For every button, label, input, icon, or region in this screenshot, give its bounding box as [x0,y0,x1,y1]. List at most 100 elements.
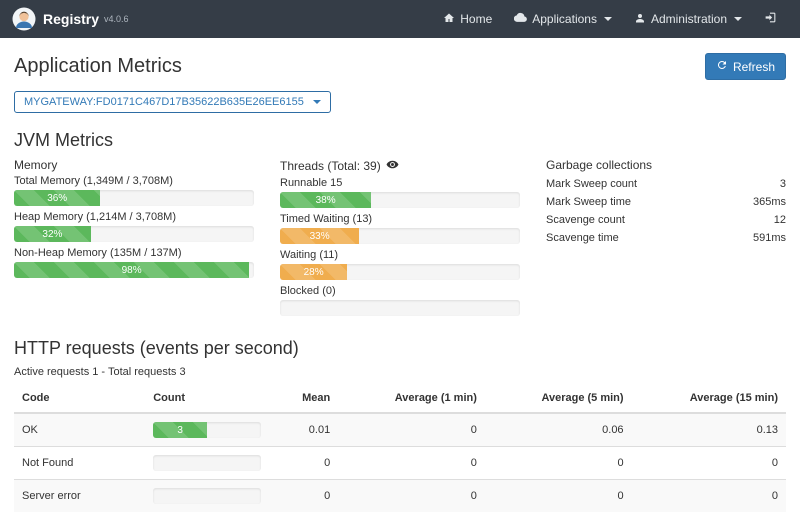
sign-out-icon [764,11,777,27]
http-row-avg15: 0.13 [632,413,786,447]
chevron-down-icon [313,100,321,104]
http-row-avg15: 0 [632,447,786,480]
page-header: Application Metrics Refresh [14,53,786,80]
nav-home-label: Home [460,12,492,26]
memory-title: Memory [14,158,254,172]
nav-signout[interactable] [753,0,788,38]
gc-row-label: Mark Sweep time [546,196,631,208]
refresh-button-label: Refresh [733,60,775,74]
http-row-avg1: 0 [338,413,485,447]
timed-waiting-progress: 33% [280,228,520,244]
gc-row: Scavenge count 12 [546,211,786,229]
http-row-mean: 0 [269,480,338,513]
threads-column: Threads (Total: 39) Runnable 15 38% Time… [280,158,520,321]
gc-row-label: Scavenge time [546,232,619,244]
runnable-progress: 38% [280,192,520,208]
http-count-progress-bar: 3 [153,422,207,438]
http-count-progress [153,455,261,471]
gc-row-value: 365ms [753,196,786,208]
instance-selector-label: MYGATEWAY:FD0171C467D17B35622B635E26EE61… [24,96,304,108]
http-requests-table: Code Count Mean Average (1 min) Average … [14,384,786,512]
top-navbar: Registry v4.0.6 Home Applications Admini… [0,0,800,38]
gc-row-value: 3 [780,178,786,190]
brand[interactable]: Registry v4.0.6 [12,7,129,31]
total-memory-progress-bar: 36% [14,190,100,206]
total-memory-label: Total Memory (1,349M / 3,708M) [14,175,254,187]
jvm-metrics-title: JVM Metrics [14,130,786,151]
table-row: Not Found 0 0 0 0 [14,447,786,480]
waiting-label: Waiting (11) [280,249,520,261]
chevron-down-icon [604,17,612,21]
brand-version: v4.0.6 [104,14,129,24]
threads-title: Threads (Total: 39) [280,158,520,174]
gc-column: Garbage collections Mark Sweep count 3 M… [546,158,786,321]
blocked-label: Blocked (0) [280,285,520,297]
gc-row-value: 591ms [753,232,786,244]
cloud-icon [514,11,527,27]
timed-waiting-label: Timed Waiting (13) [280,213,520,225]
http-count-progress: 3 [153,422,261,438]
nav-home[interactable]: Home [432,0,503,38]
refresh-icon [716,59,728,74]
http-row-mean: 0.01 [269,413,338,447]
http-header-avg1: Average (1 min) [338,384,485,413]
http-row-code: OK [14,413,145,447]
nonheap-memory-label: Non-Heap Memory (135M / 137M) [14,247,254,259]
nav-administration[interactable]: Administration [623,0,753,38]
heap-memory-progress-bar: 32% [14,226,91,242]
http-table-header-row: Code Count Mean Average (1 min) Average … [14,384,786,413]
refresh-button[interactable]: Refresh [705,53,786,80]
user-icon [634,12,646,27]
brand-name: Registry [43,11,99,27]
gc-row-label: Mark Sweep count [546,178,637,190]
gc-row-value: 12 [774,214,786,226]
http-row-mean: 0 [269,447,338,480]
http-row-code: Not Found [14,447,145,480]
timed-waiting-progress-bar: 33% [280,228,359,244]
http-header-avg5: Average (5 min) [485,384,632,413]
nav-applications[interactable]: Applications [503,0,623,38]
gc-row-label: Scavenge count [546,214,625,226]
http-header-avg15: Average (15 min) [632,384,786,413]
memory-column: Memory Total Memory (1,349M / 3,708M) 36… [14,158,254,321]
gc-row: Mark Sweep time 365ms [546,193,786,211]
nonheap-memory-progress-bar: 98% [14,262,249,278]
http-row-avg5: 0 [485,447,632,480]
heap-memory-progress: 32% [14,226,254,242]
nav-applications-label: Applications [532,12,597,26]
http-header-mean: Mean [269,384,338,413]
http-row-avg1: 0 [338,447,485,480]
runnable-progress-bar: 38% [280,192,371,208]
gc-row: Scavenge time 591ms [546,229,786,247]
waiting-progress-bar: 28% [280,264,347,280]
registry-logo-icon [12,7,36,31]
chevron-down-icon [734,17,742,21]
page-title: Application Metrics [14,55,182,78]
http-row-avg5: 0.06 [485,413,632,447]
heap-memory-label: Heap Memory (1,214M / 3,708M) [14,211,254,223]
runnable-label: Runnable 15 [280,177,520,189]
waiting-progress: 28% [280,264,520,280]
threads-title-label: Threads (Total: 39) [280,159,381,173]
http-row-avg15: 0 [632,480,786,513]
jvm-metrics-grid: Memory Total Memory (1,349M / 3,708M) 36… [14,158,786,321]
home-icon [443,12,455,27]
http-row-avg5: 0 [485,480,632,513]
table-row: OK 3 0.01 0 0.06 0.13 [14,413,786,447]
http-header-count: Count [145,384,269,413]
instance-selector-dropdown[interactable]: MYGATEWAY:FD0171C467D17B35622B635E26EE61… [14,91,331,113]
blocked-progress [280,300,520,316]
http-count-progress [153,488,261,504]
http-requests-subtitle: Active requests 1 - Total requests 3 [14,366,786,378]
http-row-code: Server error [14,480,145,513]
nav-administration-label: Administration [651,12,727,26]
eye-icon[interactable] [386,158,399,174]
http-requests-title: HTTP requests (events per second) [14,338,786,359]
nonheap-memory-progress: 98% [14,262,254,278]
gc-title: Garbage collections [546,158,786,172]
http-row-avg1: 0 [338,480,485,513]
table-row: Server error 0 0 0 0 [14,480,786,513]
total-memory-progress: 36% [14,190,254,206]
http-header-code: Code [14,384,145,413]
gc-row: Mark Sweep count 3 [546,175,786,193]
